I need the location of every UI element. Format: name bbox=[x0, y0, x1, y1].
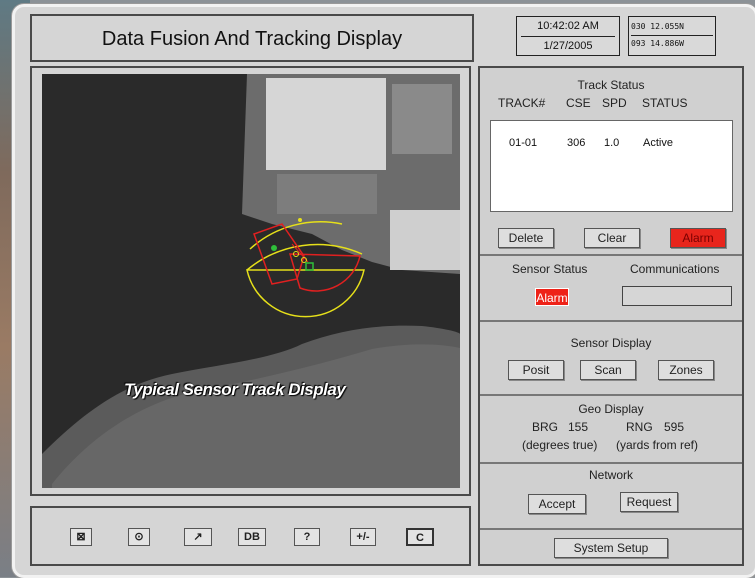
aerial-map[interactable]: Typical Sensor Track Display bbox=[42, 74, 460, 488]
close-box-button[interactable]: ⊠ bbox=[70, 528, 92, 546]
cargo-area bbox=[277, 174, 377, 214]
dock-building bbox=[390, 210, 460, 270]
target-button[interactable]: ⊙ bbox=[128, 528, 150, 546]
map-graphics bbox=[42, 74, 460, 488]
latitude-readout: 030 12.055N bbox=[631, 22, 684, 31]
clear-button[interactable]: Clear bbox=[584, 228, 640, 248]
clock-divider bbox=[521, 36, 615, 37]
sensor-display-title: Sensor Display bbox=[570, 336, 652, 350]
db-button[interactable]: DB bbox=[238, 528, 266, 546]
col-spd: SPD bbox=[602, 96, 627, 110]
network-section: Network Accept Request bbox=[480, 462, 742, 530]
posit-button[interactable]: Posit bbox=[508, 360, 564, 380]
page-title: Data Fusion And Tracking Display bbox=[101, 28, 403, 50]
track-status-section: Track Status TRACK# CSE SPD STATUS 01-01… bbox=[480, 68, 742, 256]
scan-button[interactable]: Scan bbox=[580, 360, 636, 380]
track-cse: 306 bbox=[567, 137, 586, 149]
geo-display-section: Geo Display BRG 155 RNG 595 (degrees tru… bbox=[480, 394, 742, 464]
col-cse: CSE bbox=[566, 96, 591, 110]
track-id: 01-01 bbox=[509, 137, 538, 149]
map-caption: Typical Sensor Track Display bbox=[124, 380, 346, 399]
col-status: STATUS bbox=[642, 96, 688, 110]
zones-button[interactable]: Zones bbox=[658, 360, 714, 380]
communications-field bbox=[622, 286, 732, 306]
position-display: 030 12.055N 093 14.886W bbox=[628, 16, 716, 56]
alarm-button[interactable]: Alarm bbox=[670, 228, 726, 248]
rng-label: RNG bbox=[626, 420, 653, 434]
clock-display: 10:42:02 AM 1/27/2005 bbox=[516, 16, 620, 56]
sensor-display-section: Sensor Display Posit Scan Zones bbox=[480, 320, 742, 396]
geo-display-title: Geo Display bbox=[578, 402, 644, 416]
map-toolbar: ⊠ ⊙ ↗ DB ? +/- C bbox=[30, 506, 471, 566]
sensor-marker[interactable] bbox=[271, 245, 277, 251]
control-panel: Track Status TRACK# CSE SPD STATUS 01-01… bbox=[478, 66, 744, 566]
track-spd: 1.0 bbox=[604, 137, 620, 149]
accept-button[interactable]: Accept bbox=[528, 494, 586, 514]
clock-date: 1/27/2005 bbox=[543, 40, 593, 52]
track-status-title: Track Status bbox=[577, 78, 645, 92]
delete-button[interactable]: Delete bbox=[498, 228, 554, 248]
reference-point bbox=[298, 218, 302, 222]
warehouse-roof bbox=[266, 78, 386, 170]
brg-label: BRG bbox=[532, 420, 559, 434]
request-button[interactable]: Request bbox=[620, 492, 678, 512]
track-status: Active bbox=[643, 137, 673, 149]
communications-title: Communications bbox=[630, 262, 720, 276]
brg-unit: (degrees true) bbox=[522, 438, 598, 452]
sensor-alarm-indicator: Alarm bbox=[535, 288, 569, 306]
track-list[interactable]: 01-01 306 1.0 Active bbox=[490, 120, 733, 212]
yard-block bbox=[392, 84, 452, 154]
rng-value: 595 bbox=[664, 420, 685, 434]
brg-value: 155 bbox=[568, 420, 589, 434]
sensor-status-title: Sensor Status bbox=[512, 262, 588, 276]
title-panel: Data Fusion And Tracking Display bbox=[30, 14, 474, 62]
longitude-readout: 093 14.886W bbox=[631, 39, 684, 48]
position-divider bbox=[631, 35, 713, 36]
arrow-button[interactable]: ↗ bbox=[184, 528, 212, 546]
col-track: TRACK# bbox=[498, 96, 546, 110]
plus-minus-button[interactable]: +/- bbox=[350, 528, 376, 546]
c-button[interactable]: C bbox=[406, 528, 434, 546]
map-panel: Typical Sensor Track Display bbox=[30, 66, 471, 496]
clock-time: 10:42:02 AM bbox=[537, 20, 599, 32]
system-setup-button[interactable]: System Setup bbox=[554, 538, 668, 558]
rng-unit: (yards from ref) bbox=[616, 438, 699, 452]
network-title: Network bbox=[588, 468, 633, 482]
help-button[interactable]: ? bbox=[294, 528, 320, 546]
